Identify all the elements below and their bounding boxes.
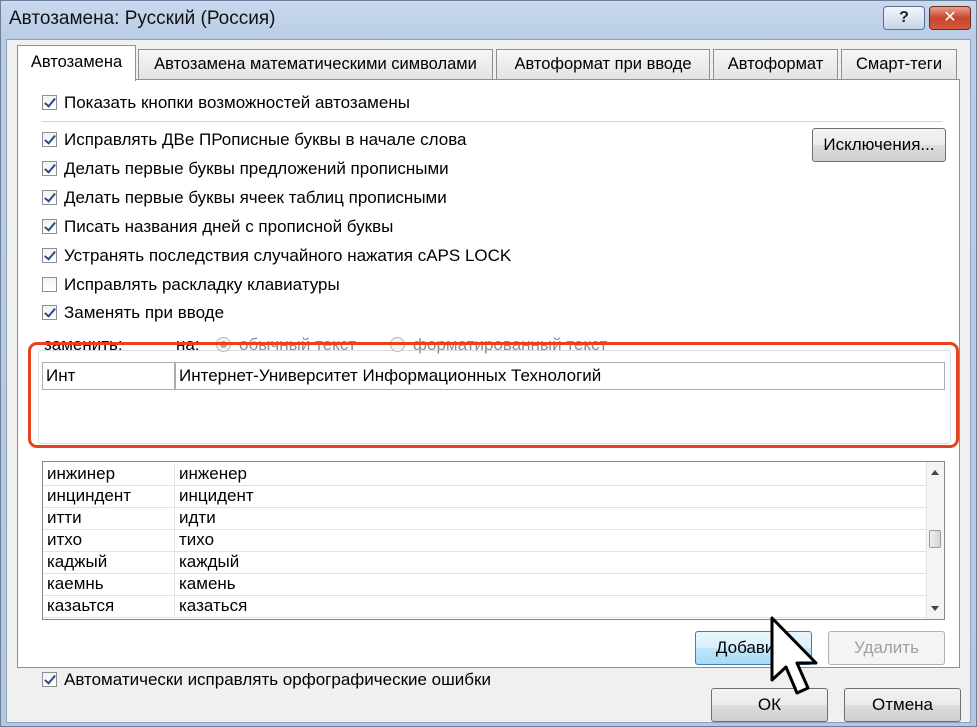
auto-spelling-option[interactable]: Автоматически исправлять орфографические… — [42, 670, 491, 692]
auto-spelling-label: Автоматически исправлять орфографические… — [64, 670, 491, 689]
caps-lock-label: Устранять последствия случайного нажатия… — [64, 246, 512, 265]
exceptions-button[interactable]: Исключения... — [812, 128, 946, 162]
tab-smart-tags[interactable]: Смарт-теги — [841, 49, 957, 79]
list-item-from: каемнь — [45, 573, 175, 595]
scroll-thumb[interactable] — [929, 530, 941, 548]
keyboard-layout-checkbox[interactable] — [42, 277, 57, 292]
autocorrect-tab-panel: Показать кнопки возможностей автозамены … — [17, 79, 960, 689]
capitalize-sentences-option[interactable]: Делать первые буквы предложений прописны… — [42, 159, 449, 181]
autocorrect-dialog: Автозамена: Русский (Россия) ? ✕ Автозам… — [0, 0, 977, 727]
capitalize-table-cells-option[interactable]: Делать первые буквы ячеек таблиц прописн… — [42, 188, 447, 210]
list-item-to: казаться — [179, 596, 248, 615]
keyboard-layout-label: Исправлять раскладку клавиатуры — [64, 275, 340, 294]
two-initial-caps-label: Исправлять ДВе ПРописные буквы в начале … — [64, 130, 467, 149]
replace-label: заменить: — [44, 335, 123, 354]
show-buttons-label: Показать кнопки возможностей автозамены — [64, 93, 410, 112]
formatted-text-label: форматированный текст — [413, 335, 608, 354]
scroll-down-icon[interactable] — [931, 606, 939, 611]
capitalize-days-label: Писать названия дней с прописной буквы — [64, 217, 394, 236]
window-title: Автозамена: Русский (Россия) — [9, 8, 276, 29]
list-item-from: итхо — [45, 529, 175, 551]
with-input[interactable]: Интернет-Университет Информационных Техн… — [175, 362, 945, 390]
list-item-to: тихо — [179, 530, 215, 549]
formatted-text-radio[interactable] — [390, 337, 405, 352]
keyboard-layout-option[interactable]: Исправлять раскладку клавиатуры — [42, 275, 340, 297]
tab-autoformat-as-you-type[interactable]: Автоформат при вводе — [496, 49, 710, 79]
mouse-pointer-icon — [770, 616, 818, 695]
list-item-to: идти — [179, 508, 216, 527]
list-item-from: итти — [45, 507, 175, 529]
capitalize-table-cells-checkbox[interactable] — [42, 190, 57, 205]
replace-as-you-type-checkbox[interactable] — [42, 305, 57, 320]
list-item-to: камень — [179, 574, 236, 593]
auto-spelling-checkbox[interactable] — [42, 672, 57, 687]
list-item[interactable]: инжинер инженер — [43, 463, 928, 486]
list-item-to: инженер — [179, 464, 248, 483]
replace-as-you-type-label: Заменять при вводе — [64, 303, 225, 322]
tab-autoformat[interactable]: Автоформат — [713, 49, 838, 79]
list-item[interactable]: инциндент инцидент — [43, 485, 928, 508]
two-initial-caps-checkbox[interactable] — [42, 132, 57, 147]
plain-text-label: обычный текст — [239, 335, 357, 354]
title-bar: Автозамена: Русский (Россия) ? ✕ — [1, 1, 976, 39]
tab-autocorrect[interactable]: Автозамена — [17, 45, 136, 81]
replace-as-you-type-option[interactable]: Заменять при вводе — [42, 303, 229, 325]
capitalize-table-cells-label: Делать первые буквы ячеек таблиц прописн… — [64, 188, 447, 207]
cancel-button[interactable]: Отмена — [844, 688, 961, 722]
list-scrollbar[interactable] — [926, 462, 944, 619]
with-label: на: — [176, 335, 200, 354]
close-button[interactable]: ✕ — [929, 6, 971, 30]
capitalize-sentences-checkbox[interactable] — [42, 161, 57, 176]
replacement-list[interactable]: инжинер инженер инциндент инцидент итти … — [42, 461, 945, 620]
capitalize-sentences-label: Делать первые буквы предложений прописны… — [64, 159, 449, 178]
formatted-text-option[interactable]: форматированный текст — [390, 335, 607, 355]
list-item-from: инциндент — [45, 485, 175, 507]
list-item-from: казаьтся — [45, 595, 175, 617]
list-item[interactable]: итхо тихо — [43, 529, 928, 552]
plain-text-option[interactable]: обычный текст — [216, 335, 356, 355]
dialog-client-area: Автозамена Автозамена математическими си… — [6, 39, 971, 723]
caps-lock-checkbox[interactable] — [42, 248, 57, 263]
list-item[interactable]: каджый каждый — [43, 551, 928, 574]
list-item-to: каждый — [179, 552, 240, 571]
delete-button[interactable]: Удалить — [828, 631, 945, 665]
capitalize-days-checkbox[interactable] — [42, 219, 57, 234]
list-item[interactable]: каемнь камень — [43, 573, 928, 596]
show-buttons-option[interactable]: Показать кнопки возможностей автозамены — [42, 93, 410, 115]
show-buttons-checkbox[interactable] — [42, 95, 57, 110]
list-item-from: инжинер — [45, 463, 175, 485]
plain-text-radio[interactable] — [216, 337, 231, 352]
help-button[interactable]: ? — [883, 6, 925, 30]
list-item[interactable]: итти идти — [43, 507, 928, 530]
caps-lock-option[interactable]: Устранять последствия случайного нажатия… — [42, 246, 511, 268]
tab-math-autocorrect[interactable]: Автозамена математическими символами — [138, 49, 493, 79]
list-item-from: каджый — [45, 551, 175, 573]
two-initial-caps-option[interactable]: Исправлять ДВе ПРописные буквы в начале … — [42, 130, 467, 152]
replace-input[interactable]: Инт — [42, 362, 175, 390]
list-item-to: инцидент — [179, 486, 254, 505]
scroll-up-icon[interactable] — [931, 470, 939, 475]
capitalize-days-option[interactable]: Писать названия дней с прописной буквы — [42, 217, 393, 239]
separator — [42, 121, 942, 122]
